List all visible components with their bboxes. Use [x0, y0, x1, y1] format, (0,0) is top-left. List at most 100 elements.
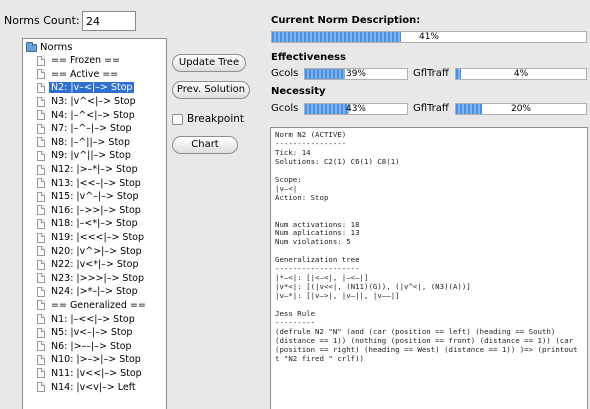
effectiveness-gfltraff-label: GflTraff — [413, 68, 449, 79]
tree-item-label: N20: |v^>|–> Stop — [51, 245, 142, 257]
tree-item[interactable]: N20: |v^>|–> Stop — [23, 244, 166, 258]
tree-item-label: N23: |>>>|–> Stop — [51, 272, 145, 284]
tree-item-label: N15: |v^–|–> Stop — [51, 191, 139, 203]
tree-root-label: Norms — [40, 42, 73, 53]
tree-item-label: N16: |–>>|–> Stop — [51, 204, 141, 216]
tree-item[interactable]: N6: |>––|–> Stop — [23, 339, 166, 353]
tree-item-label: N9: |v^||–> Stop — [51, 150, 131, 162]
tree-item[interactable]: N22: |v<*|–> Stop — [23, 258, 166, 272]
tree-item[interactable]: N5: |v<–|–> Stop — [23, 326, 166, 340]
document-icon — [37, 82, 45, 93]
prev-solution-button[interactable]: Prev. Solution — [172, 81, 250, 99]
necessity-gfltraff-text: 20% — [510, 104, 531, 114]
tree-item[interactable]: N1: |–<<|–> Stop — [23, 312, 166, 326]
tree-item[interactable]: N11: |v<<|–> Stop — [23, 367, 166, 381]
tree-item[interactable]: N4: |–^<|–> Stop — [23, 108, 166, 122]
tree-item[interactable]: N13: |<<–|–> Stop — [23, 176, 166, 190]
tree-item[interactable]: N3: |v^<|–> Stop — [23, 95, 166, 109]
document-icon — [37, 123, 45, 134]
effectiveness-gcols-text: 39% — [345, 69, 366, 79]
document-icon — [37, 259, 45, 270]
document-icon — [37, 218, 45, 229]
document-icon — [37, 178, 45, 189]
tree-item[interactable]: == Frozen == — [23, 54, 166, 68]
document-icon — [37, 205, 45, 216]
tree-item-label: N7: |–^–|–> Stop — [51, 123, 132, 135]
tree-item-label: N19: |<<<|–> Stop — [51, 232, 145, 244]
tree-item[interactable]: N23: |>>>|–> Stop — [23, 272, 166, 286]
tree-item-label: N2: |v–<|–> Stop — [49, 82, 135, 94]
document-icon — [37, 300, 45, 311]
necessity-title: Necessity — [271, 86, 326, 97]
necessity-gcols-label: Gcols — [271, 103, 299, 114]
necessity-gfltraff-bar: 20% — [455, 103, 587, 115]
tree-item[interactable]: N9: |v^||–> Stop — [23, 149, 166, 163]
tree-item-label: N1: |–<<|–> Stop — [51, 313, 135, 325]
tree-item[interactable]: N12: |>–*|–> Stop — [23, 163, 166, 177]
current-norm-progress: 41% — [271, 31, 587, 43]
tree-item-label: N10: |>–>|–> Stop — [51, 354, 141, 366]
effectiveness-gcols-label: Gcols — [271, 68, 299, 79]
tree-item-label: N14: |v<v|–> Left — [51, 381, 136, 393]
tree-item[interactable]: N16: |–>>|–> Stop — [23, 204, 166, 218]
norms-count-input[interactable] — [82, 11, 136, 31]
effectiveness-gcols-bar: 39% — [304, 68, 408, 80]
folder-icon — [26, 41, 37, 52]
tree-item[interactable]: N14: |v<v|–> Left — [23, 380, 166, 394]
document-icon — [37, 273, 45, 284]
tree-item-label: N12: |>–*|–> Stop — [51, 164, 138, 176]
tree-items: == Frozen == == Active == N2: |v–<|–> Stop… — [23, 54, 166, 394]
tree-item-label: == Active == — [51, 68, 119, 80]
breakpoint-label: Breakpoint — [187, 113, 245, 125]
document-icon — [37, 232, 45, 243]
document-icon — [37, 314, 45, 325]
tree-item[interactable]: N19: |<<<|–> Stop — [23, 231, 166, 245]
tree-item[interactable]: N8: |–^||–> Stop — [23, 136, 166, 150]
norm-description-panel[interactable]: Norm N2 (ACTIVE) ---------------- Tick: … — [270, 127, 588, 409]
tree-item[interactable]: N7: |–^–|–> Stop — [23, 122, 166, 136]
necessity-gfltraff-label: GflTraff — [413, 103, 449, 114]
tree-item[interactable]: N24: |>*–|–> Stop — [23, 285, 166, 299]
tree-item-label: N3: |v^<|–> Stop — [51, 96, 136, 108]
tree-item[interactable]: == Active == — [23, 68, 166, 82]
breakpoint-checkbox[interactable] — [172, 114, 183, 125]
tree-item[interactable]: N2: |v–<|–> Stop — [23, 81, 166, 95]
tree-item-label: N24: |>*–|–> Stop — [51, 286, 138, 298]
tree-item[interactable]: N18: |–<*|–> Stop — [23, 217, 166, 231]
current-norm-title: Current Norm Description: — [271, 15, 421, 26]
norms-tree[interactable]: Norms == Frozen == == Active == N2: |v–<|–… — [22, 38, 167, 409]
necessity-gcols-text: 43% — [345, 104, 366, 114]
document-icon — [37, 286, 45, 297]
tree-item-label: N11: |v<<|–> Stop — [51, 367, 142, 379]
tree-root-norms[interactable]: Norms — [26, 41, 166, 54]
effectiveness-gfltraff-bar: 4% — [455, 68, 587, 80]
tree-item-label: == Generalized == — [51, 299, 146, 311]
document-icon — [37, 137, 45, 148]
tree-item[interactable]: N15: |v^–|–> Stop — [23, 190, 166, 204]
necessity-gcols-bar: 43% — [304, 103, 408, 115]
document-icon — [37, 368, 45, 379]
document-icon — [37, 69, 45, 80]
tree-item-label: N22: |v<*|–> Stop — [51, 259, 139, 271]
document-icon — [37, 110, 45, 121]
document-icon — [37, 246, 45, 257]
current-norm-progress-text: 41% — [418, 32, 439, 42]
norms-count-label: Norms Count: — [4, 14, 80, 27]
tree-item-label: N4: |–^<|–> Stop — [51, 109, 135, 121]
tree-item-label: N18: |–<*|–> Stop — [51, 218, 138, 230]
norm-description-text: Norm N2 (ACTIVE) ---------------- Tick: … — [275, 130, 578, 363]
tree-item[interactable]: == Generalized == — [23, 299, 166, 313]
document-icon — [37, 164, 45, 175]
document-icon — [37, 354, 45, 365]
document-icon — [37, 327, 45, 338]
document-icon — [37, 341, 45, 352]
tree-item-label: N5: |v<–|–> Stop — [51, 327, 133, 339]
chart-button[interactable]: Chart — [172, 136, 238, 154]
document-icon — [37, 96, 45, 107]
tree-item-label: N6: |>––|–> Stop — [51, 340, 132, 352]
effectiveness-title: Effectiveness — [271, 52, 346, 63]
tree-item[interactable]: N10: |>–>|–> Stop — [23, 353, 166, 367]
tree-item-label: N8: |–^||–> Stop — [51, 136, 131, 148]
update-tree-button[interactable]: Update Tree — [172, 54, 246, 72]
effectiveness-gfltraff-text: 4% — [513, 69, 529, 79]
